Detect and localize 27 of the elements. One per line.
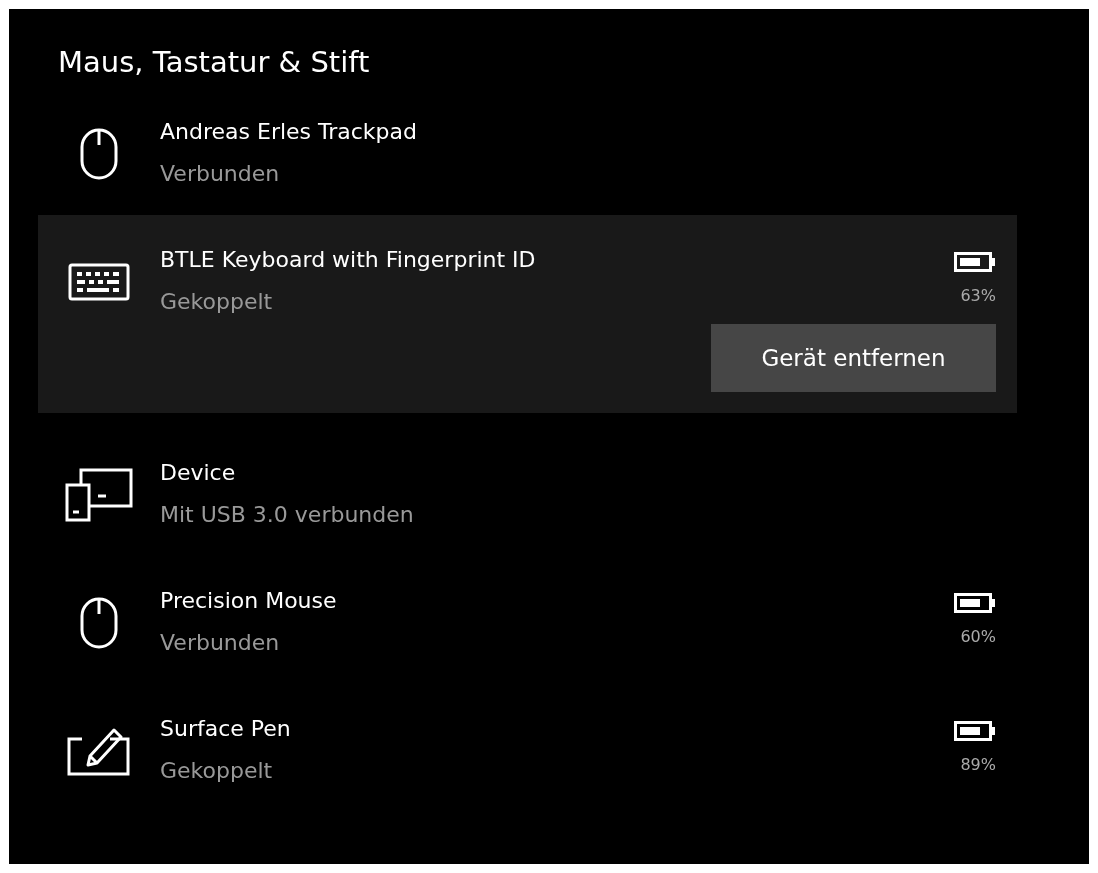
device-name: Device: [160, 459, 237, 487]
device-item[interactable]: Surface Pen Gekoppelt 89%: [38, 684, 1017, 812]
device-status: Verbunden: [160, 629, 281, 657]
battery-icon: [954, 593, 996, 613]
device-status: Mit USB 3.0 verbunden: [160, 501, 415, 529]
device-status: Verbunden: [160, 160, 281, 188]
device-status: Gekoppelt: [160, 288, 274, 316]
device-name: Andreas Erles Trackpad: [160, 118, 419, 146]
device-item[interactable]: BTLE Keyboard with Fingerprint ID Gekoppelt 63% Gerät entfernen: [38, 215, 1017, 413]
device-item[interactable]: Device Mit USB 3.0 verbunden: [38, 428, 1017, 556]
device-item[interactable]: Precision Mouse Verbunden 60%: [38, 556, 1017, 684]
battery-icon: [954, 252, 996, 272]
devices-icon: [64, 467, 134, 523]
device-name: Surface Pen: [160, 715, 292, 743]
battery-percentage: 60%: [960, 627, 996, 647]
device-item[interactable]: Andreas Erles Trackpad Verbunden: [38, 87, 1017, 215]
mouse-icon: [80, 128, 118, 180]
device-name: Precision Mouse: [160, 587, 338, 615]
device-status: Gekoppelt: [160, 757, 274, 785]
remove-device-button[interactable]: Gerät entfernen: [711, 324, 996, 392]
battery-icon: [954, 721, 996, 741]
battery-percentage: 63%: [960, 286, 996, 306]
battery-percentage: 89%: [960, 755, 996, 775]
device-name: BTLE Keyboard with Fingerprint ID: [160, 246, 537, 274]
mouse-icon: [80, 597, 118, 649]
keyboard-icon: [68, 263, 130, 301]
section-title: Maus, Tastatur & Stift: [58, 44, 371, 81]
